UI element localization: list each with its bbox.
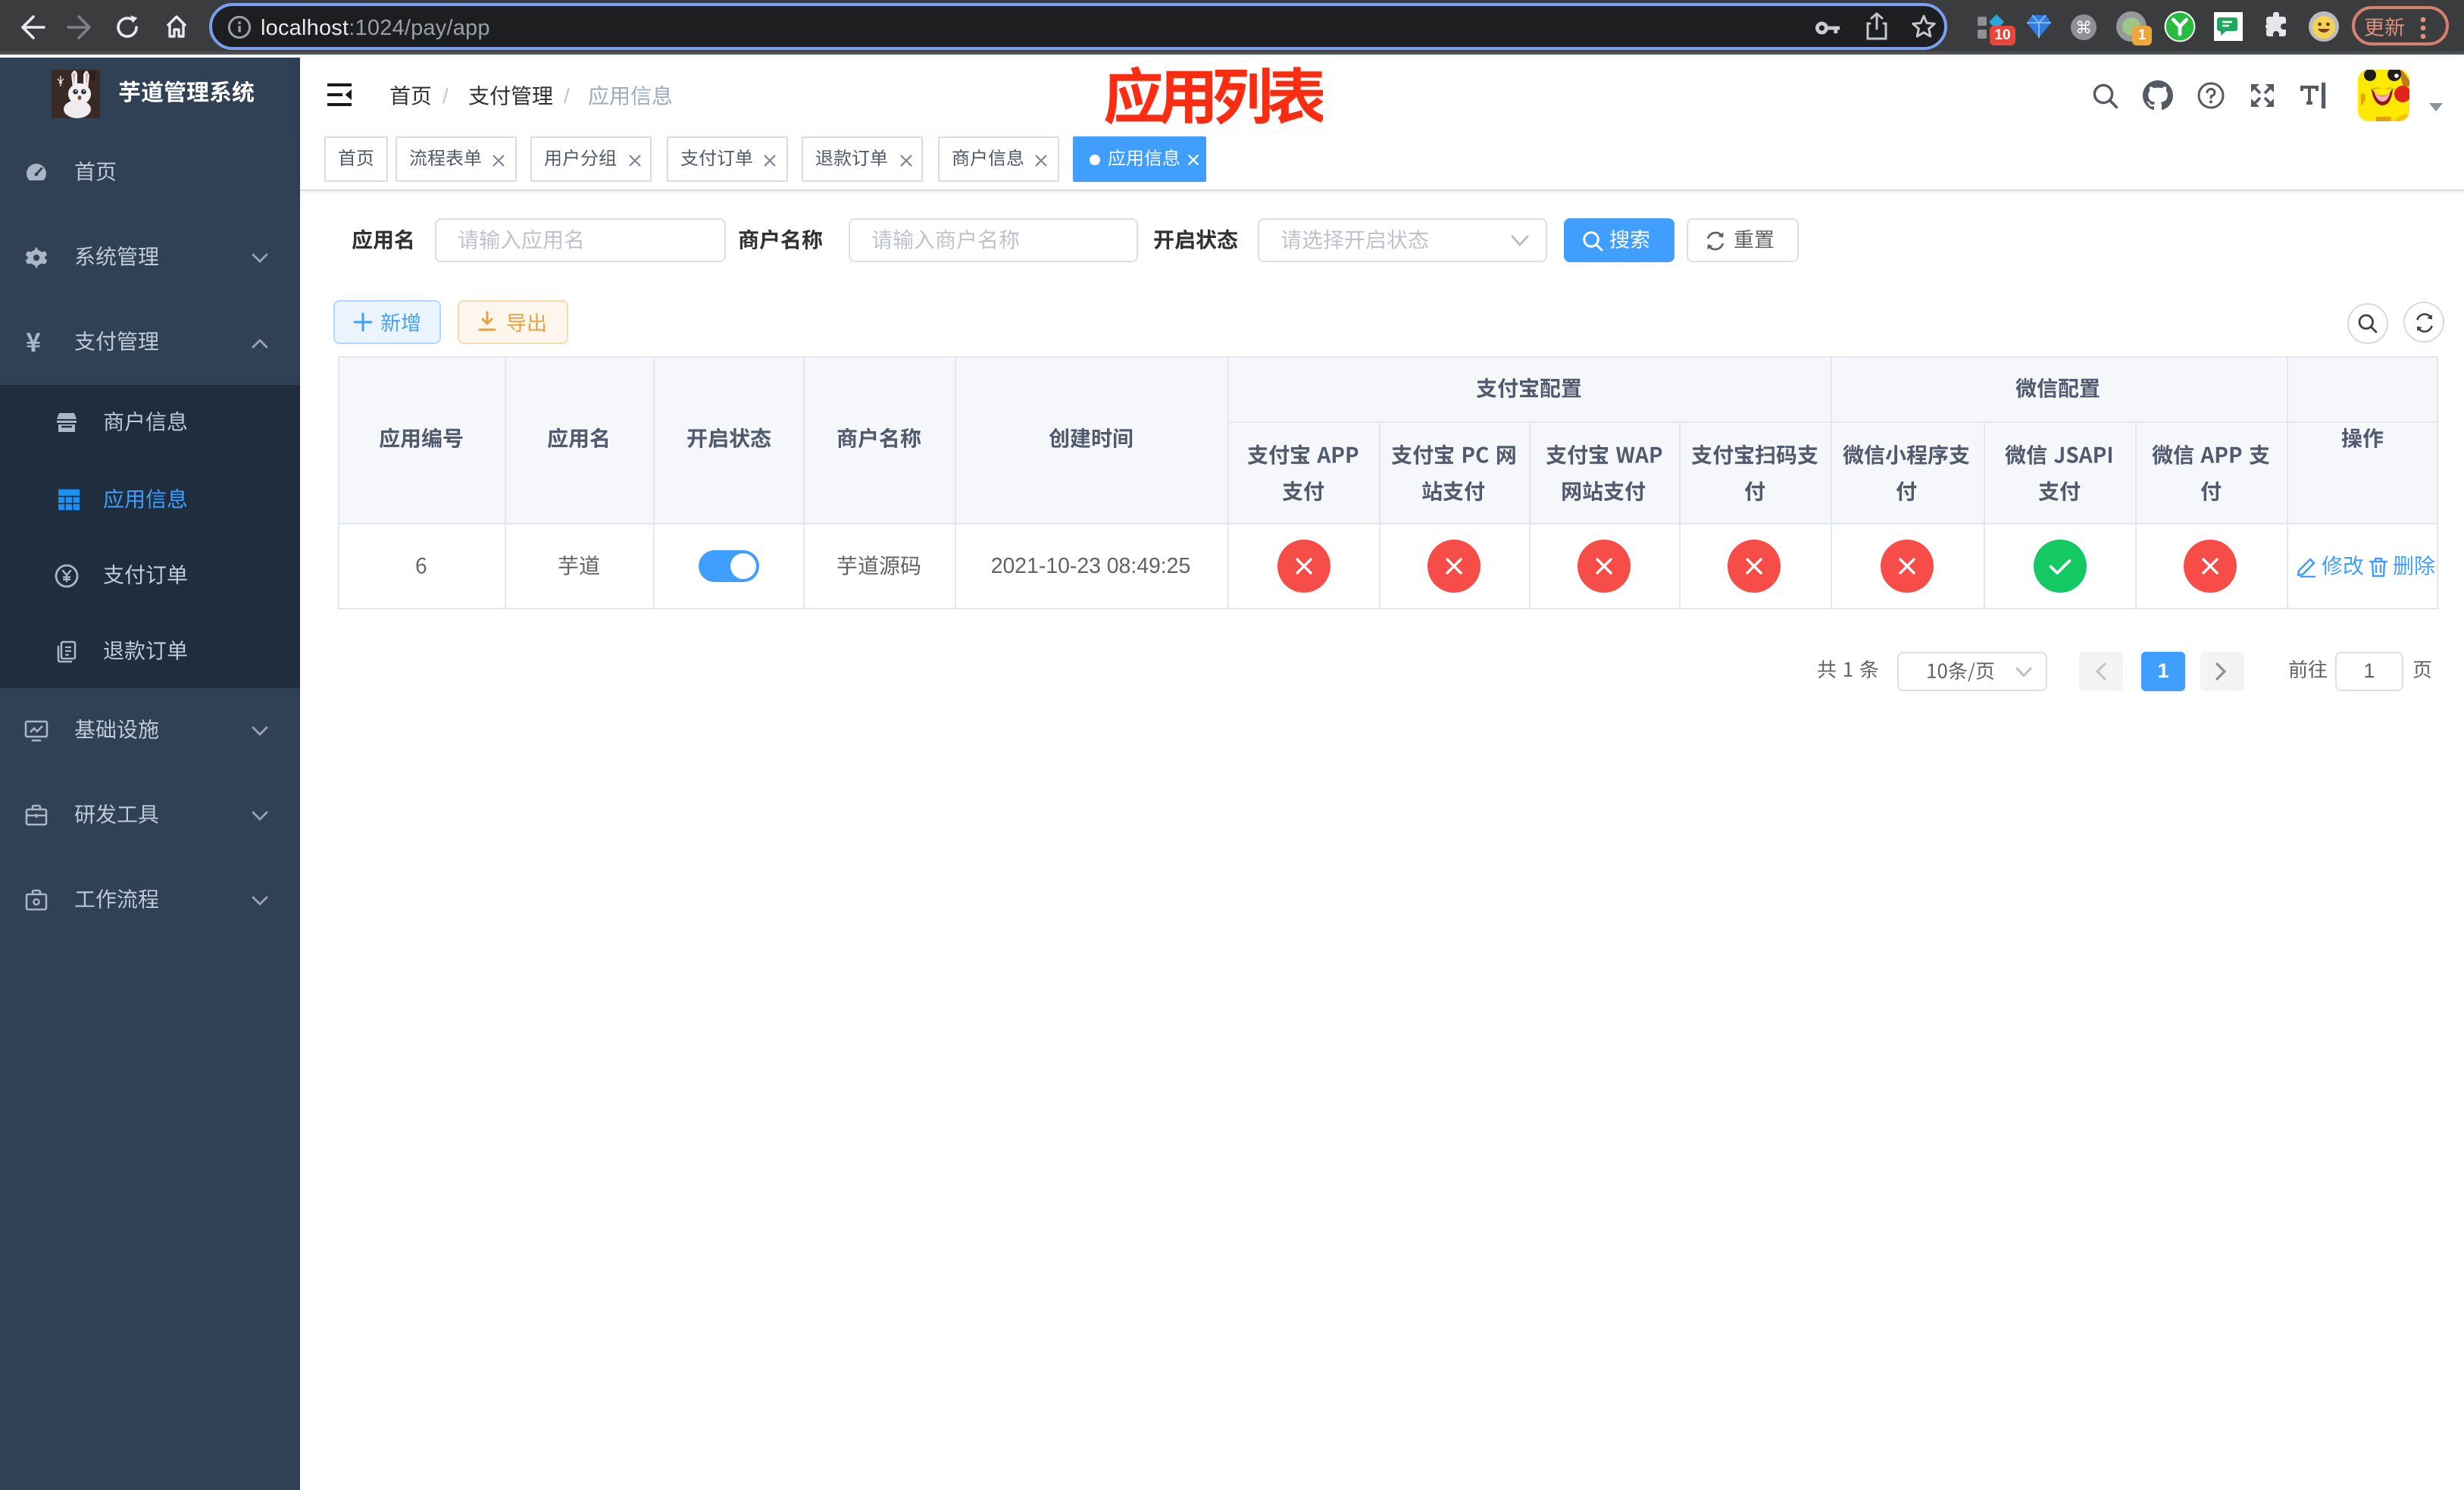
svg-text:⌘: ⌘ [2075,18,2092,37]
